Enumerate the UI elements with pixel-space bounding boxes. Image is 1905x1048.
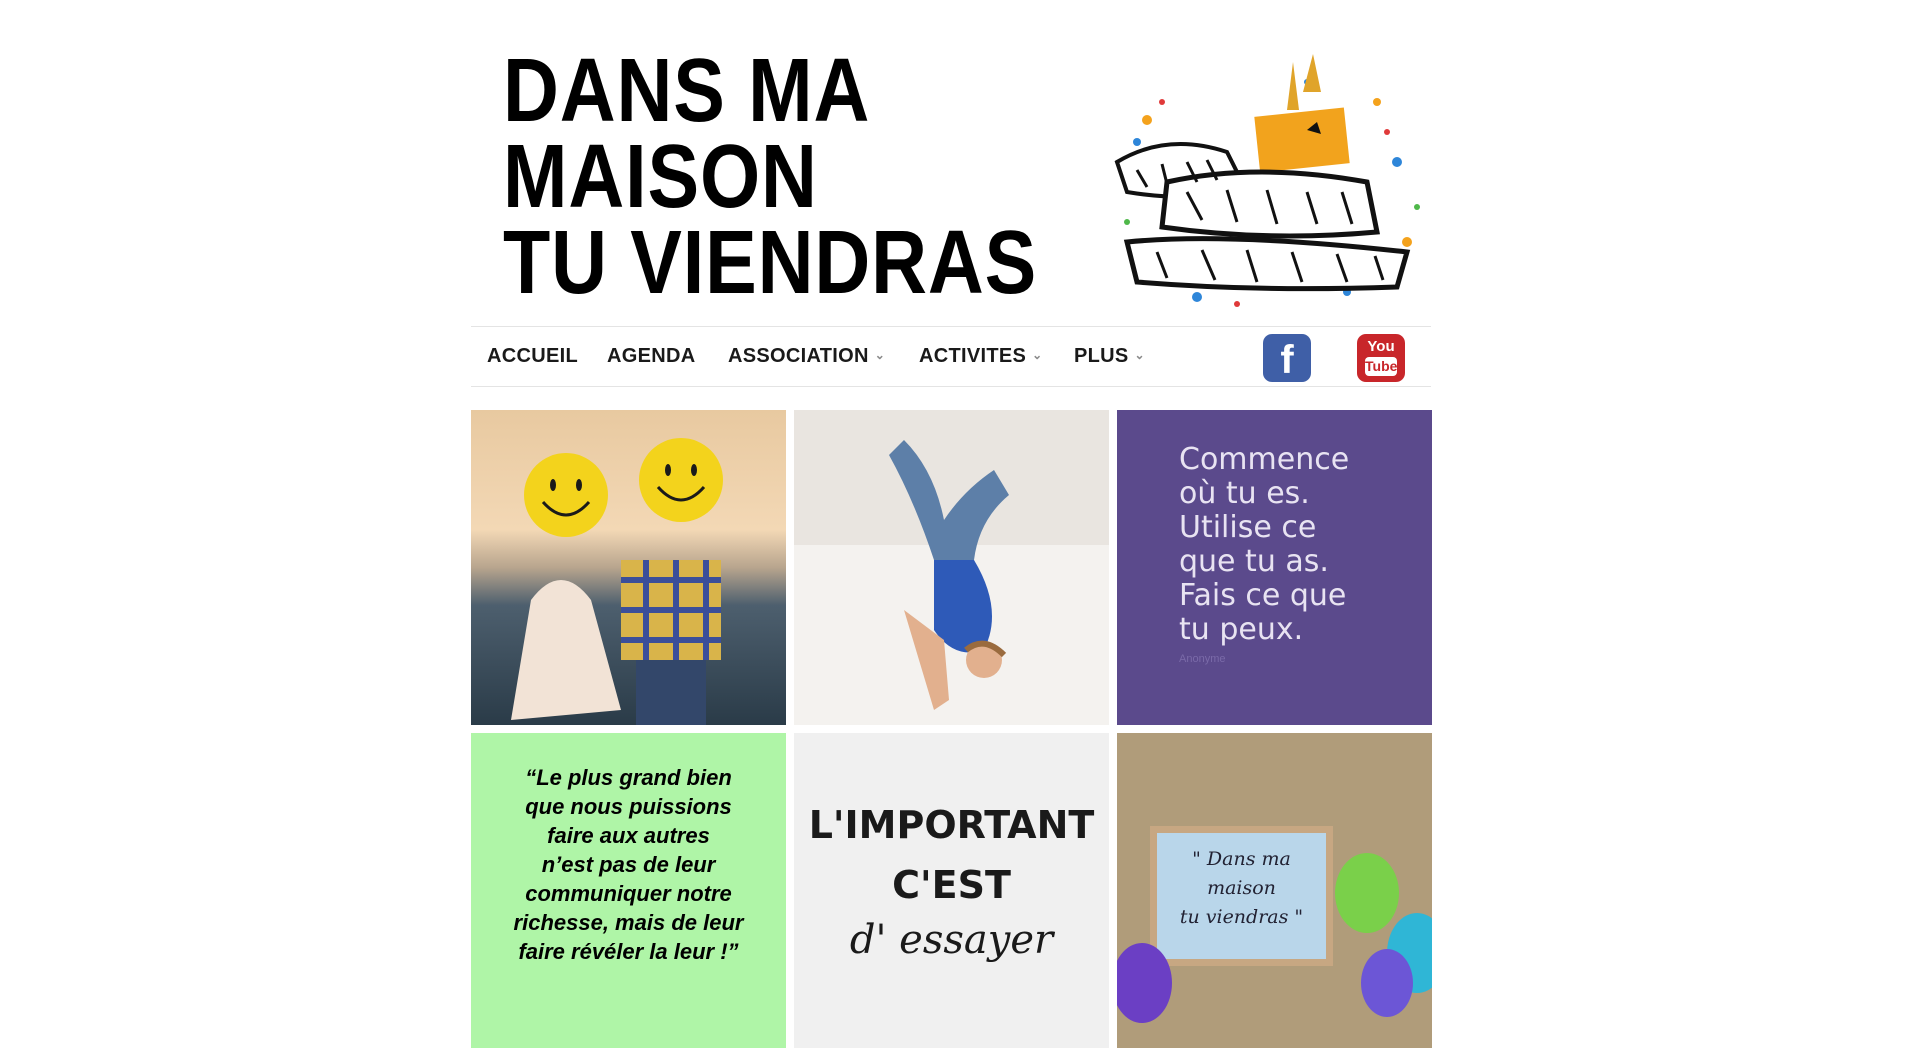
important-line-3: d' essayer [849, 917, 1054, 963]
page: DANS MA MAISON TU VIENDRAS ACCUEIL AGEND… [471, 0, 1432, 1048]
nav-item-label: PLUS [1074, 345, 1129, 367]
tile-breakdance-photo[interactable] [794, 410, 1109, 725]
site-title-line-3: TU VIENDRAS [503, 213, 1038, 313]
purple-quote-text: Commence où tu es. Utilise ce que tu as.… [1179, 442, 1350, 647]
site-title-line-2: MAISON [503, 127, 818, 227]
nav-item-association[interactable]: ASSOCIATION ⌄ [728, 345, 885, 368]
chevron-down-icon: ⌄ [1032, 348, 1043, 362]
smiley-couple-image [511, 438, 723, 725]
tile-smiley-couple-photo[interactable] [471, 410, 786, 725]
chevron-down-icon: ⌄ [874, 348, 886, 362]
balloons-image [1117, 853, 1432, 1023]
tile-purple-quote[interactable]: Commence où tu es. Utilise ce que tu as.… [1117, 410, 1432, 725]
tile-important-quote[interactable]: L'IMPORTANT C'EST d' essayer [794, 733, 1109, 1048]
main-nav: ACCUEIL AGENDA ASSOCIATION ⌄ ACTIVITES ⌄ P… [471, 326, 1431, 387]
site-title-line-1: DANS MA [503, 41, 871, 141]
site-title[interactable]: DANS MA MAISON TU VIENDRAS [503, 41, 1038, 313]
facebook-icon[interactable]: f [1263, 334, 1311, 382]
youtube-glyph-bottom: Tube [1365, 357, 1398, 376]
nav-item-accueil[interactable]: ACCUEIL [487, 345, 578, 368]
youtube-icon[interactable]: You Tube [1357, 334, 1405, 382]
green-quote-text: “Le plus grand bien que nous puissions f… [513, 765, 744, 964]
tile-green-quote[interactable]: “Le plus grand bien que nous puissions f… [471, 733, 786, 1048]
nav-item-label: AGENDA [607, 345, 696, 367]
purple-quote-author: Anonyme [1179, 653, 1226, 665]
site-header: DANS MA MAISON TU VIENDRAS [471, 0, 1431, 325]
chevron-down-icon: ⌄ [1134, 348, 1145, 362]
breakdancer-image [794, 410, 1109, 725]
nav-item-activites[interactable]: ACTIVITES ⌄ [919, 345, 1043, 368]
tile-sign-photo[interactable]: " Dans ma maison tu viendras " [1117, 733, 1432, 1048]
facebook-glyph: f [1280, 338, 1294, 382]
nav-item-plus[interactable]: PLUS ⌄ [1074, 345, 1145, 368]
graffiti-logo[interactable] [1107, 42, 1425, 324]
youtube-glyph-top: You [1367, 338, 1395, 355]
nav-item-agenda[interactable]: AGENDA [607, 345, 695, 368]
important-line-1: L'IMPORTANT [808, 803, 1095, 847]
nav-item-label: ACCUEIL [487, 345, 578, 367]
nav-item-label: ACTIVITES [919, 345, 1027, 367]
nav-item-label: ASSOCIATION [728, 345, 869, 367]
important-line-2: C'EST [892, 863, 1011, 907]
